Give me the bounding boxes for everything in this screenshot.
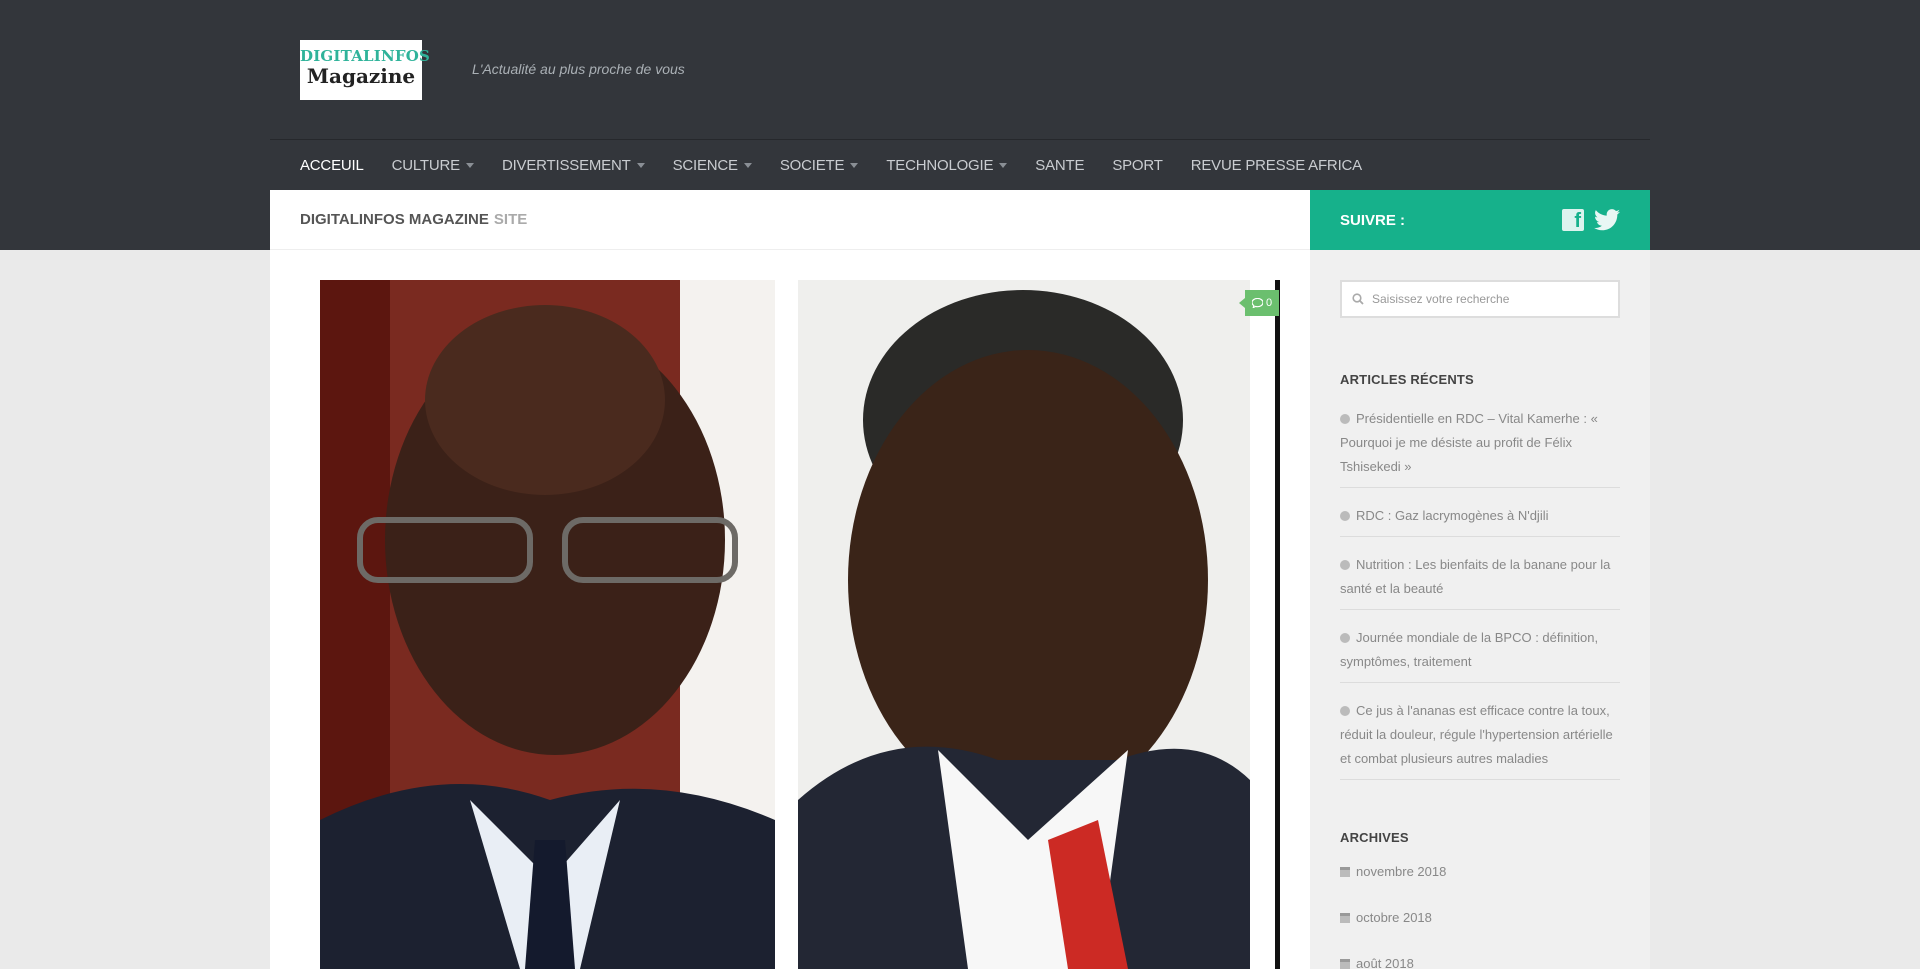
comments-icon (1251, 298, 1263, 308)
nav-label: SCIENCE (672, 156, 738, 174)
nav-item-revue-presse-africa[interactable]: REVUE PRESSE AFRICA (1191, 157, 1362, 174)
nav-label: SPORT (1112, 156, 1163, 174)
archives-title: ARCHIVES (1340, 830, 1409, 845)
recent-post-link[interactable]: Ce jus à l'ananas est efficace contre la… (1340, 703, 1613, 766)
featured-image[interactable] (320, 280, 1280, 969)
nav-item-acceuil[interactable]: ACCEUIL (300, 157, 364, 174)
archive-item[interactable]: novembre 2018 (1340, 861, 1620, 883)
nav-label: TECHNOLOGIE (886, 156, 994, 174)
nav-item-technologie[interactable]: TECHNOLOGIE (886, 156, 1008, 174)
recent-post-link[interactable]: Journée mondiale de la BPCO : définition… (1340, 630, 1598, 669)
archives-list: novembre 2018 octobre 2018 août 2018 (1340, 861, 1620, 969)
caret-down-icon (850, 162, 859, 168)
archive-item[interactable]: août 2018 (1340, 953, 1620, 969)
clock-icon (1340, 414, 1350, 424)
nav-label: SOCIETE (779, 156, 845, 174)
site-tagline: L'Actualité au plus proche de vous (472, 61, 685, 77)
recent-post-item[interactable]: Ce jus à l'ananas est efficace contre la… (1340, 695, 1620, 780)
nav-item-sante[interactable]: SANTE (1035, 157, 1084, 174)
page-container: DIGITALINFOS Magazine L'Actualité au plu… (270, 0, 1650, 969)
archive-link[interactable]: novembre 2018 (1356, 864, 1446, 879)
facebook-icon[interactable]: f (1562, 209, 1584, 232)
comment-count-badge[interactable]: 0 (1239, 290, 1279, 316)
archive-link[interactable]: octobre 2018 (1356, 910, 1432, 925)
calendar-icon (1340, 913, 1350, 923)
follow-label: SUIVRE : (1340, 211, 1406, 229)
caret-down-icon (636, 162, 645, 168)
clock-icon (1340, 560, 1350, 570)
logo-line2: Magazine (306, 64, 416, 88)
follow-bar: SUIVRE : f (1310, 190, 1650, 250)
social-links: f (1562, 209, 1620, 232)
caret-down-icon (743, 162, 752, 168)
logo-line1: DIGITALINFOS (300, 47, 431, 65)
nav-label: REVUE PRESSE AFRICA (1190, 156, 1362, 174)
nav-item-sport[interactable]: SPORT (1112, 156, 1163, 174)
recent-post-link[interactable]: Nutrition : Les bienfaits de la banane p… (1340, 557, 1610, 596)
caret-down-icon (465, 162, 474, 168)
portrait-left-image (320, 280, 775, 969)
portrait-right-image (798, 280, 1250, 969)
recent-post-link[interactable]: RDC : Gaz lacrymogènes à N'djili (1356, 508, 1549, 523)
clock-icon (1340, 706, 1350, 716)
main-content: 0 (270, 250, 1310, 969)
archive-link[interactable]: août 2018 (1356, 956, 1414, 969)
recent-post-item[interactable]: Présidentielle en RDC – Vital Kamerhe : … (1340, 403, 1620, 488)
calendar-icon (1340, 867, 1350, 877)
twitter-icon[interactable] (1594, 209, 1620, 231)
search-input[interactable]: Saisissez votre recherche (1340, 280, 1620, 318)
nav-item-culture[interactable]: CULTURE (392, 157, 474, 174)
recent-posts-list: Présidentielle en RDC – Vital Kamerhe : … (1340, 403, 1620, 780)
caret-down-icon (999, 162, 1008, 168)
clock-icon (1340, 511, 1350, 521)
breadcrumb-main[interactable]: DIGITALINFOS MAGAZINE (300, 211, 489, 228)
nav-label: ACCEUIL (300, 156, 364, 174)
recent-post-item[interactable]: RDC : Gaz lacrymogènes à N'djili (1340, 500, 1620, 537)
nav-label: DIVERTISSEMENT (501, 156, 631, 174)
search-icon (1352, 293, 1364, 305)
recent-post-link[interactable]: Présidentielle en RDC – Vital Kamerhe : … (1340, 411, 1598, 474)
comment-count: 0 (1265, 297, 1273, 309)
breadcrumb-sub: SITE (493, 211, 528, 228)
image-border (1275, 280, 1280, 969)
search-placeholder: Saisissez votre recherche (1372, 292, 1510, 306)
clock-icon (1340, 633, 1350, 643)
recent-post-item[interactable]: Journée mondiale de la BPCO : définition… (1340, 622, 1620, 683)
recent-posts-title: ARTICLES RÉCENTS (1340, 372, 1474, 387)
nav-item-divertissement[interactable]: DIVERTISSEMENT (502, 157, 645, 174)
calendar-icon (1340, 959, 1350, 969)
breadcrumb: DIGITALINFOS MAGAZINE SITE (270, 190, 1310, 250)
nav-label: CULTURE (391, 156, 461, 174)
recent-post-item[interactable]: Nutrition : Les bienfaits de la banane p… (1340, 549, 1620, 610)
site-logo[interactable]: DIGITALINFOS Magazine (300, 40, 431, 100)
nav-label: SANTE (1035, 156, 1085, 174)
nav-item-societe[interactable]: SOCIETE (779, 156, 859, 174)
sidebar: Saisissez votre recherche ARTICLES RÉCEN… (1310, 250, 1650, 969)
archive-item[interactable]: octobre 2018 (1340, 907, 1620, 929)
nav-item-science[interactable]: SCIENCE (673, 157, 752, 174)
main-nav: ACCEUIL CULTURE DIVERTISSEMENT SCIENCE S… (270, 139, 1650, 190)
